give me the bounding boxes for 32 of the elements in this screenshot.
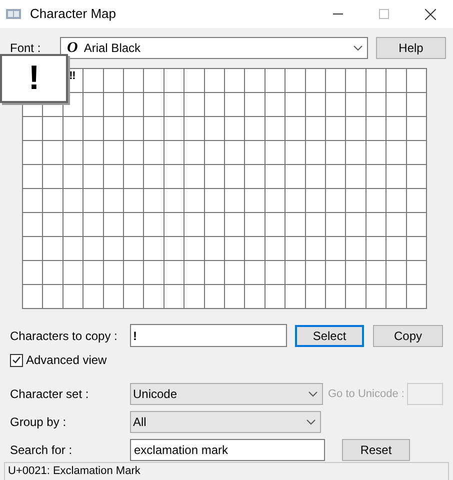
character-set-label: Character set : bbox=[10, 386, 90, 403]
copy-label: Characters to copy : bbox=[10, 328, 118, 344]
go-to-unicode-field[interactable] bbox=[407, 383, 443, 405]
font-type-icon: O bbox=[67, 36, 78, 60]
font-dropdown[interactable]: O Arial Black bbox=[60, 37, 368, 59]
chevron-down-icon bbox=[306, 419, 316, 425]
character-glyph[interactable]: ‼ bbox=[69, 71, 76, 82]
app-icon bbox=[6, 8, 22, 20]
check-icon bbox=[12, 356, 21, 364]
group-by-label: Group by : bbox=[10, 414, 68, 431]
copy-field[interactable]: ! bbox=[130, 324, 287, 347]
go-to-unicode-label: Go to Unicode : bbox=[328, 386, 406, 402]
select-button[interactable]: Select bbox=[295, 324, 364, 346]
advanced-view-label: Advanced view bbox=[26, 352, 107, 369]
character-set-value: Unicode bbox=[133, 386, 178, 403]
reset-button[interactable]: Reset bbox=[342, 439, 410, 461]
font-label: Font : bbox=[10, 40, 42, 57]
group-by-value: All bbox=[133, 414, 148, 431]
status-bar: U+0021: Exclamation Mark bbox=[4, 462, 449, 480]
help-button[interactable]: Help bbox=[376, 37, 446, 59]
magnified-character: ! bbox=[0, 54, 68, 103]
search-field[interactable]: exclamation mark bbox=[130, 439, 325, 461]
search-label: Search for : bbox=[10, 442, 74, 459]
chevron-down-icon bbox=[353, 45, 363, 51]
window-title: Character Map bbox=[30, 5, 116, 24]
advanced-view-checkbox[interactable] bbox=[10, 354, 23, 366]
font-value: Arial Black bbox=[84, 40, 142, 57]
group-by-dropdown[interactable]: All bbox=[130, 411, 321, 433]
character-set-dropdown[interactable]: Unicode bbox=[130, 383, 323, 405]
close-icon[interactable] bbox=[425, 8, 436, 20]
copy-button[interactable]: Copy bbox=[373, 324, 443, 346]
chevron-down-icon bbox=[308, 391, 318, 397]
